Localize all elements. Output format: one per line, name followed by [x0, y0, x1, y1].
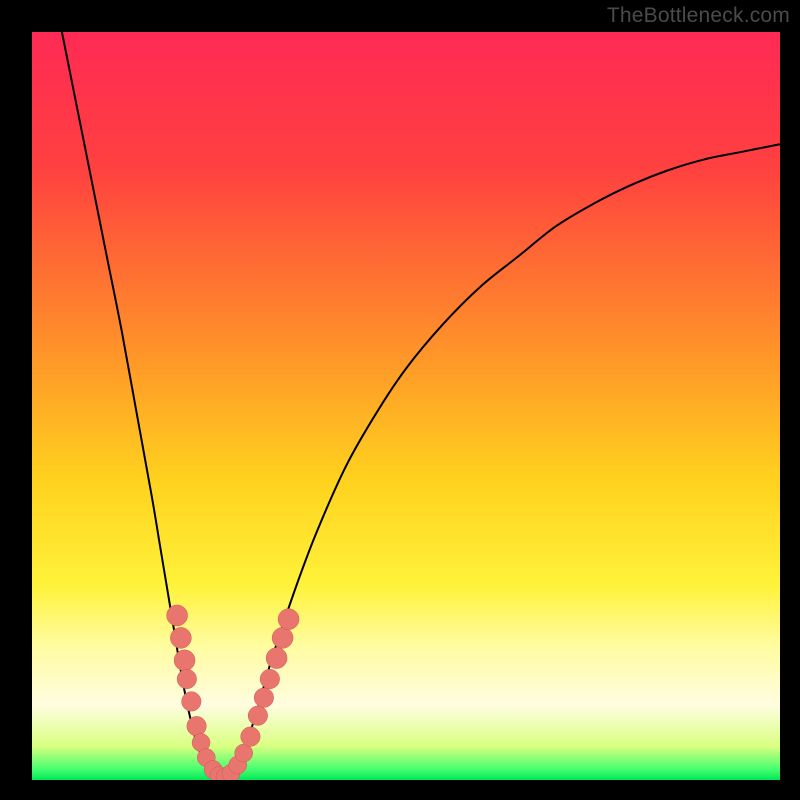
watermark-text: TheBottleneck.com: [607, 4, 790, 28]
marker-dot: [254, 688, 273, 707]
marker-dot: [235, 744, 253, 762]
chart-frame: TheBottleneck.com: [0, 0, 800, 800]
marker-dot: [170, 627, 191, 648]
marker-dot: [241, 727, 260, 746]
marker-dot: [266, 648, 287, 669]
marker-dot: [248, 706, 267, 725]
marker-dot: [260, 669, 279, 688]
marker-dot: [174, 650, 195, 671]
marker-dot: [182, 692, 201, 711]
marker-dot: [167, 605, 188, 626]
gradient-background: [32, 32, 780, 780]
plot-area: [32, 32, 780, 780]
marker-dot: [187, 716, 206, 735]
marker-dot: [272, 627, 293, 648]
chart-svg: [32, 32, 780, 780]
marker-dot: [278, 609, 299, 630]
marker-dot: [177, 669, 196, 688]
